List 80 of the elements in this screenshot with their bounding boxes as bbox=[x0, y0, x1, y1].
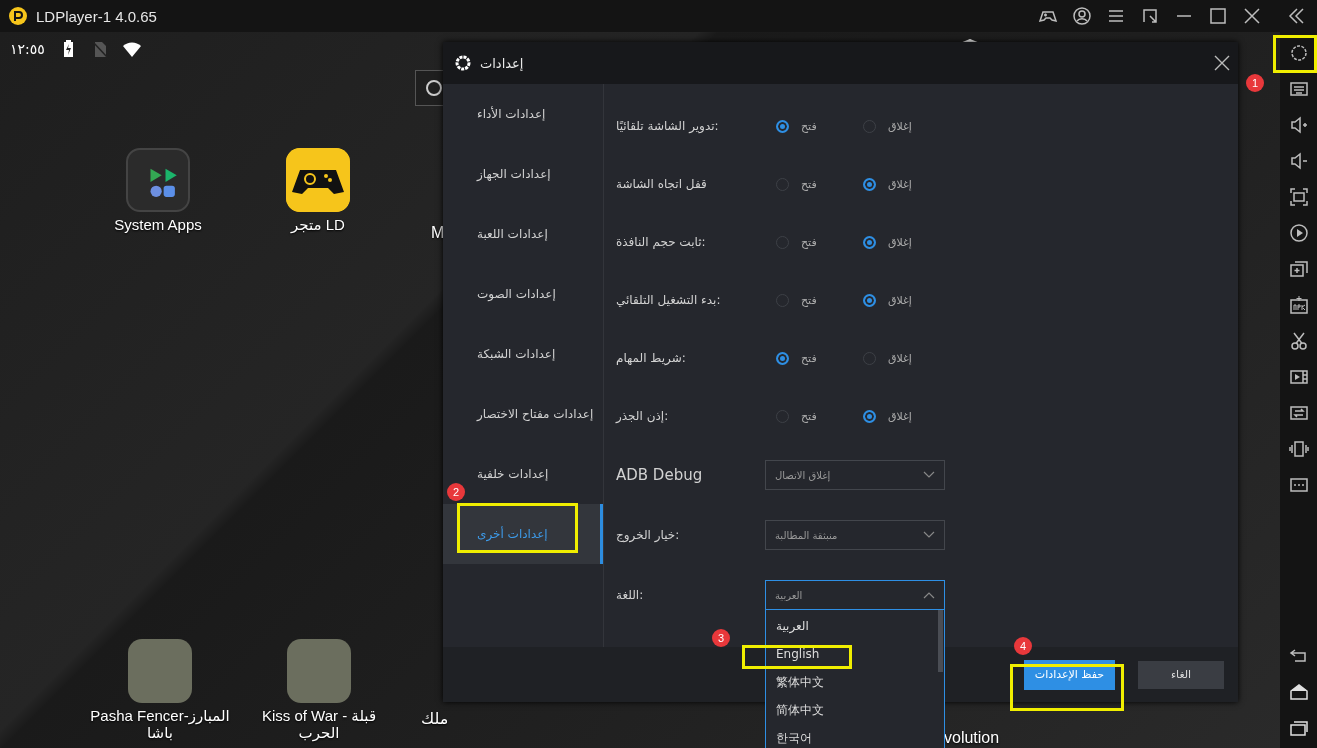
sidebar-item[interactable]: إعدادات الشبكة bbox=[443, 324, 603, 384]
sidebar-item[interactable]: إعدادات اللعبة bbox=[443, 204, 603, 264]
dropdown-option[interactable]: العربية bbox=[766, 612, 936, 640]
swap-icon[interactable] bbox=[1288, 403, 1309, 423]
more-icon[interactable] bbox=[1288, 475, 1309, 495]
radio-button[interactable]: إغلاق bbox=[863, 409, 950, 423]
dialog-title: إعدادات bbox=[480, 55, 524, 71]
sidebar-item[interactable]: إعدادات مفتاح الاختصار bbox=[443, 384, 603, 444]
app-folder-icon[interactable] bbox=[126, 148, 190, 212]
setting-label: بدء التشغيل التلقائي: bbox=[616, 293, 722, 307]
app-label: ملك bbox=[421, 709, 449, 728]
user-icon[interactable] bbox=[1072, 6, 1092, 26]
window-title: LDPlayer-1 4.0.65 bbox=[36, 7, 157, 25]
dropdown-option[interactable]: 한국어 bbox=[766, 724, 936, 748]
highlight-frame bbox=[1273, 35, 1317, 73]
volume-down-icon[interactable] bbox=[1288, 151, 1309, 171]
radio-button[interactable]: فتح bbox=[776, 119, 863, 133]
setting-label: تدوير الشاشة تلقائيًا: bbox=[616, 119, 720, 133]
dropdown-option[interactable]: English bbox=[766, 640, 936, 668]
close-icon[interactable] bbox=[1242, 6, 1262, 26]
resize-icon[interactable] bbox=[1140, 6, 1160, 26]
dropdown-option[interactable]: 繁体中文 bbox=[766, 668, 936, 696]
radio-button[interactable]: فتح bbox=[776, 351, 863, 365]
radio-button[interactable]: إغلاق bbox=[863, 119, 950, 133]
wifi-icon bbox=[122, 40, 141, 58]
app-label: Kiss of War - قبلة الحرب bbox=[260, 707, 378, 741]
radio-button[interactable]: إغلاق bbox=[863, 293, 950, 307]
radio-button[interactable]: فتح bbox=[776, 293, 863, 307]
sidebar-item[interactable]: إعدادات الجهاز bbox=[443, 144, 603, 204]
settings-icon[interactable] bbox=[1288, 43, 1309, 63]
gamepad-app-icon[interactable] bbox=[286, 148, 350, 212]
caret-icon bbox=[923, 471, 935, 479]
radio-button[interactable]: فتح bbox=[776, 177, 863, 191]
setting-label: ADB Debug bbox=[616, 466, 704, 484]
app-label: متجر LD bbox=[291, 216, 345, 233]
sidebar-item[interactable]: إعدادات الأداء bbox=[443, 84, 603, 144]
close-icon[interactable] bbox=[1214, 55, 1230, 71]
caret-icon bbox=[923, 531, 935, 539]
setting-label: اللغة: bbox=[616, 588, 645, 602]
recent-apps-icon[interactable] bbox=[1288, 718, 1309, 738]
radio-button[interactable]: فتح bbox=[776, 235, 863, 249]
radio-button[interactable]: إغلاق bbox=[863, 351, 950, 365]
dropdown-field[interactable]: العربية bbox=[765, 580, 945, 610]
dropdown-field[interactable]: منبثقة المطالبة bbox=[765, 520, 945, 550]
volume-up-icon[interactable] bbox=[1288, 115, 1309, 135]
setting-label: ثابت حجم النافذة: bbox=[616, 235, 707, 249]
app-label: volution bbox=[944, 729, 1000, 747]
dropdown-option[interactable]: 简体中文 bbox=[766, 696, 936, 724]
app-label: System Apps bbox=[114, 216, 202, 233]
double-chevron-icon[interactable] bbox=[1287, 6, 1307, 26]
add-window-icon[interactable] bbox=[1288, 259, 1309, 279]
phone-vibrate-icon[interactable] bbox=[1288, 439, 1309, 459]
dropdown-field[interactable]: إغلاق الاتصال bbox=[765, 460, 945, 490]
status-time: ١٢:٥٥ bbox=[10, 41, 45, 57]
scissors-icon[interactable] bbox=[1288, 331, 1309, 351]
sidebar-item[interactable]: إعدادات الصوت bbox=[443, 264, 603, 324]
fullscreen-icon[interactable] bbox=[1288, 187, 1309, 207]
photo-placeholder[interactable] bbox=[287, 639, 351, 703]
cancel-button[interactable]: الغاء bbox=[1138, 660, 1224, 689]
keyboard-icon[interactable] bbox=[1288, 79, 1309, 99]
radio-button[interactable]: فتح bbox=[776, 409, 863, 423]
video-icon[interactable] bbox=[1288, 367, 1309, 387]
save-button[interactable]: حفظ الإعدادات bbox=[1024, 659, 1115, 690]
maximize-icon[interactable] bbox=[1208, 6, 1228, 26]
settings-icon bbox=[454, 54, 472, 72]
app-logo-icon bbox=[8, 6, 28, 26]
radio-button[interactable]: إغلاق bbox=[863, 177, 950, 191]
scrollbar-thumb[interactable] bbox=[938, 610, 943, 672]
caret-icon bbox=[923, 591, 935, 599]
setting-label: شريط المهام: bbox=[616, 351, 687, 365]
search-icon bbox=[425, 79, 443, 97]
photo-placeholder[interactable] bbox=[128, 639, 192, 703]
setting-label: خيار الخروج: bbox=[616, 528, 681, 542]
setting-label: إذن الجذر: bbox=[616, 409, 670, 423]
play-circle-icon[interactable] bbox=[1288, 223, 1309, 243]
app-label: M bbox=[431, 224, 445, 242]
home-icon[interactable] bbox=[1288, 682, 1309, 702]
setting-label: قفل اتجاه الشاشة bbox=[616, 177, 708, 191]
radio-button[interactable]: إغلاق bbox=[863, 235, 950, 249]
app-label: Pasha Fencer-المبارز باشا bbox=[89, 707, 231, 741]
